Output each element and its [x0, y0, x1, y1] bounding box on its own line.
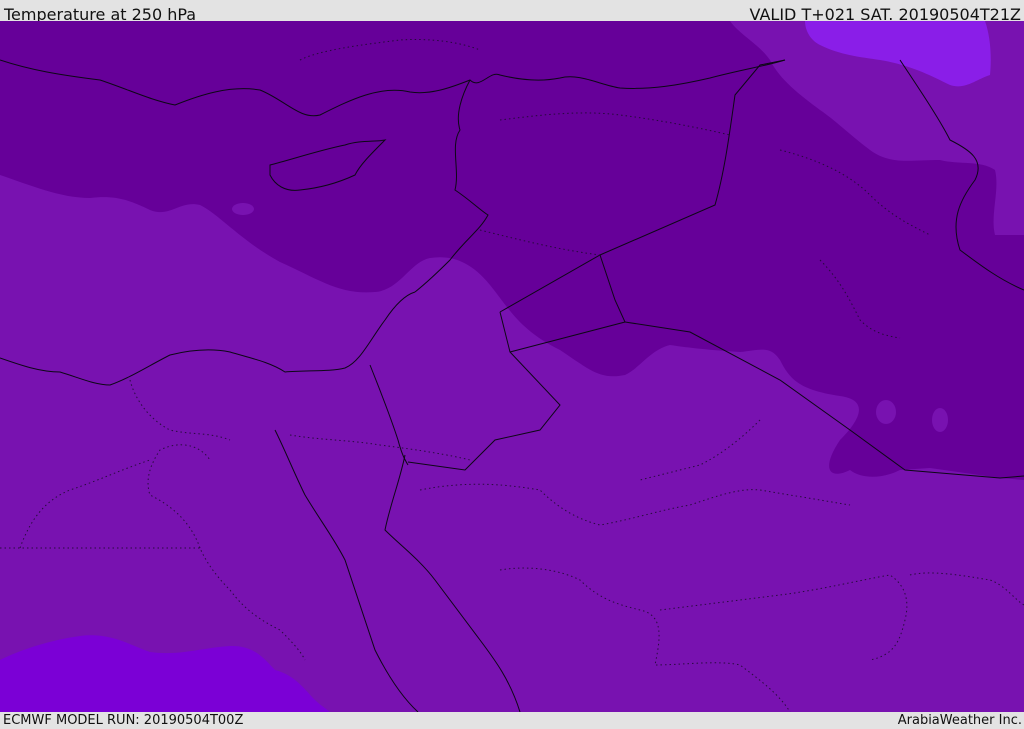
temperature-blob-east-2: [932, 408, 948, 432]
temperature-blob-east-1: [876, 400, 896, 424]
temperature-blob-med: [232, 203, 254, 215]
model-run-label: ECMWF MODEL RUN: 20190504T00Z: [3, 713, 244, 728]
credit-label: ArabiaWeather Inc.: [897, 713, 1022, 728]
temperature-map[interactable]: [0, 21, 1024, 712]
map-footer: ECMWF MODEL RUN: 20190504T00Z ArabiaWeat…: [0, 712, 1024, 729]
map-canvas: [0, 21, 1024, 712]
map-header: Temperature at 250 hPa VALID T+021 SAT. …: [0, 0, 1024, 24]
weather-map-frame: Temperature at 250 hPa VALID T+021 SAT. …: [0, 0, 1024, 729]
